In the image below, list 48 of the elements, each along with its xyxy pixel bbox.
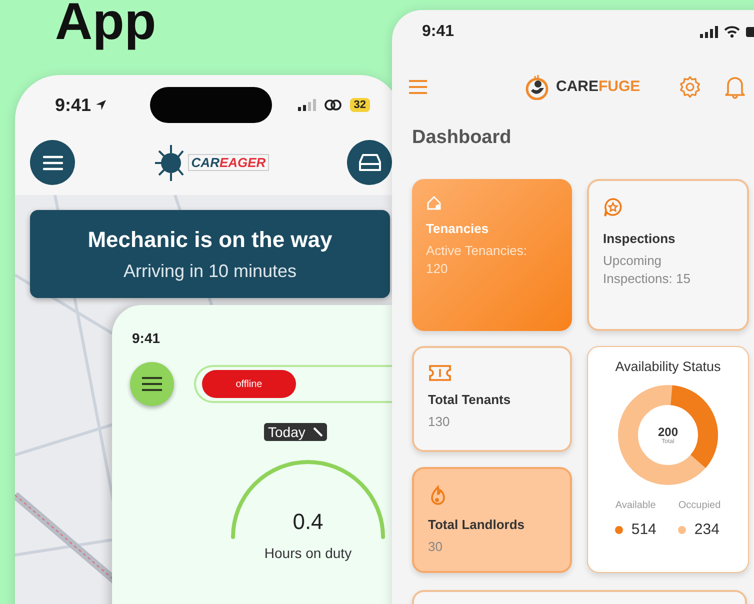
legend-label: Available	[615, 500, 656, 511]
page-title: Dashboard	[412, 127, 512, 149]
brand-name: CAREFUGE	[556, 78, 640, 96]
duty-toggle[interactable]: offline	[194, 365, 392, 403]
status-time: 9:41	[55, 94, 92, 116]
card-title: Total Tenants	[428, 392, 512, 407]
flame-icon	[428, 485, 448, 507]
donut-total: 200	[658, 425, 678, 439]
stat-card[interactable]: Total Landlords 30	[412, 467, 572, 573]
banner-title: Mechanic is on the way	[88, 226, 332, 252]
ticket-icon	[428, 364, 452, 382]
pencil-icon	[313, 427, 324, 437]
legend-value: 514	[631, 521, 656, 538]
legend-label: Occupied	[678, 500, 721, 511]
stat-card[interactable]: Total Tenants 130	[412, 346, 572, 452]
card-title: Inspections	[603, 231, 676, 246]
menu-icon	[42, 154, 62, 170]
card-detail: 130	[428, 413, 451, 431]
legend-value: 234	[694, 521, 720, 538]
stat-card[interactable]: Inspections Upcoming Inspections: 15	[587, 179, 749, 331]
house-icon	[426, 195, 442, 211]
location-arrow-icon	[95, 99, 108, 111]
heading: App	[55, 0, 156, 48]
period-selector[interactable]: Today	[264, 423, 328, 441]
banner-subtitle: Arriving in 10 minutes	[123, 260, 297, 282]
menu-icon	[141, 376, 163, 392]
gauge-value: 0.4	[292, 509, 324, 535]
card-title: Availability Status	[615, 359, 721, 374]
status-time: 9:41	[422, 23, 454, 42]
card-title: Total Landlords	[428, 517, 526, 532]
gauge-label: Hours on duty	[264, 545, 352, 561]
link-icon	[324, 99, 342, 111]
status-time: 9:41	[132, 330, 162, 348]
card-detail: Upcoming Inspections: 15	[603, 252, 692, 288]
car-icon	[356, 152, 382, 174]
menu-button[interactable]	[130, 362, 174, 406]
menu-button[interactable]	[30, 140, 75, 185]
card-detail: Active Tenancies: 120	[426, 242, 528, 278]
logo-icon	[524, 74, 550, 100]
card-detail: 30	[428, 538, 444, 556]
signal-icon	[700, 26, 718, 38]
card-title: Tenancies	[426, 221, 490, 236]
signal-icon	[298, 99, 316, 111]
battery-level: 32	[350, 98, 370, 112]
chat-star-icon	[603, 197, 623, 217]
logo-text: CAREAGER	[188, 154, 269, 171]
car-button[interactable]	[347, 140, 392, 185]
wifi-icon	[724, 26, 740, 38]
